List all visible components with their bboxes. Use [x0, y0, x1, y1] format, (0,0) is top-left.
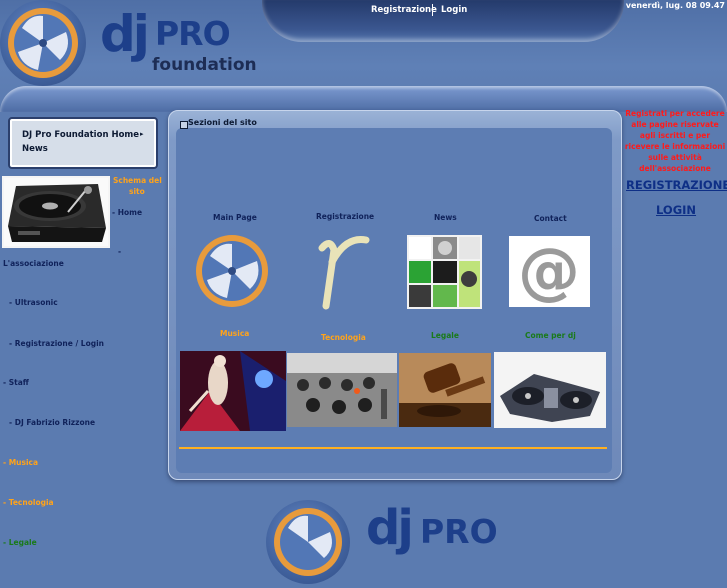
footer-logo-pro-text: PRO — [420, 512, 498, 551]
tile-news[interactable] — [407, 235, 482, 309]
script-r-icon — [318, 235, 370, 310]
logo-foundation-text: foundation — [152, 55, 257, 75]
tile-label-musica[interactable]: Musica — [220, 329, 249, 338]
breadcrumb-box: DJ Pro Foundation Home ▸ News — [8, 117, 158, 169]
collapse-icon[interactable] — [180, 121, 188, 129]
registrazione-link[interactable]: REGISTRAZIONE — [626, 178, 727, 192]
panel-divider-line — [179, 447, 607, 449]
current-datetime: venerdì, lug. 08 09.47 — [625, 1, 725, 10]
nav-link-musica[interactable]: - Musica — [3, 458, 38, 467]
tile-label-contact[interactable]: Contact — [534, 214, 567, 223]
nav-link-registrazione-login[interactable]: - Registrazione / Login — [9, 339, 104, 348]
footer-logo-dj-text: dj — [366, 500, 414, 556]
tile-main-page[interactable] — [195, 234, 269, 308]
trefoil-logo-icon — [8, 8, 78, 78]
nav-link-staff[interactable]: - Staff — [3, 378, 29, 387]
svg-text:@: @ — [518, 236, 580, 307]
tile-label-legale[interactable]: Legale — [431, 331, 459, 340]
tile-label-main-page[interactable]: Main Page — [213, 213, 257, 222]
tile-contact[interactable]: @ — [509, 236, 590, 307]
header-divider-arc — [0, 86, 727, 112]
top-nav-registrazione-link[interactable]: Registrazione — [371, 5, 437, 15]
nav-link-associazione[interactable]: L'associazione — [3, 259, 64, 268]
tile-registrazione[interactable] — [312, 228, 374, 312]
nav-link-fabrizio-rizzone[interactable]: - DJ Fabrizio Rizzone — [9, 418, 95, 427]
nav-link-home[interactable]: - Home — [112, 208, 142, 217]
turntable-image — [2, 176, 110, 248]
nav-link-tecnologia[interactable]: - Tecnologia — [3, 498, 54, 507]
breadcrumb-home-link[interactable]: DJ Pro Foundation Home — [22, 130, 139, 140]
tile-musica[interactable] — [180, 351, 286, 431]
nav-link-ultrasonic[interactable]: - Ultrasonic — [9, 298, 58, 307]
breadcrumb-current-page: News — [22, 144, 48, 154]
nav-link-legale[interactable]: - Legale — [3, 538, 37, 547]
mixer-photo — [287, 353, 397, 427]
breadcrumb-arrow-icon: ▸ — [140, 130, 144, 138]
microphone-collage-icon — [409, 237, 480, 307]
dancer-photo — [180, 351, 286, 431]
trefoil-logo-icon — [196, 235, 268, 307]
tile-label-tecnologia[interactable]: Tecnologia — [321, 333, 366, 342]
footer-logo-emblem — [266, 500, 350, 584]
top-nav-separator — [432, 4, 433, 16]
nav-dash: - — [118, 247, 122, 256]
registration-notice: Registrati per accedere alle pagine rise… — [624, 109, 726, 173]
gavel-photo — [399, 353, 491, 427]
logo-dj-text: dj — [100, 5, 150, 63]
logo-pro-text: PRO — [155, 14, 231, 53]
tile-label-come-per-dj[interactable]: Come per dj — [525, 331, 576, 340]
trefoil-logo-icon — [274, 508, 342, 576]
login-link[interactable]: LOGIN — [656, 203, 696, 217]
top-nav-login-link[interactable]: Login — [441, 5, 467, 15]
sitemap-heading-line1: Schema del — [113, 176, 162, 185]
tile-come-per-dj[interactable] — [494, 352, 606, 428]
sitemap-heading-line2: sito — [129, 187, 145, 196]
panel-title: Sezioni del sito — [188, 118, 257, 127]
tile-tecnologia[interactable] — [287, 353, 397, 427]
dj-console-photo — [494, 352, 606, 428]
tile-label-registrazione[interactable]: Registrazione — [316, 212, 374, 221]
tile-legale[interactable] — [399, 353, 491, 427]
at-sign-icon: @ — [518, 236, 580, 307]
tile-label-news[interactable]: News — [434, 213, 457, 222]
logo-emblem — [0, 0, 86, 86]
